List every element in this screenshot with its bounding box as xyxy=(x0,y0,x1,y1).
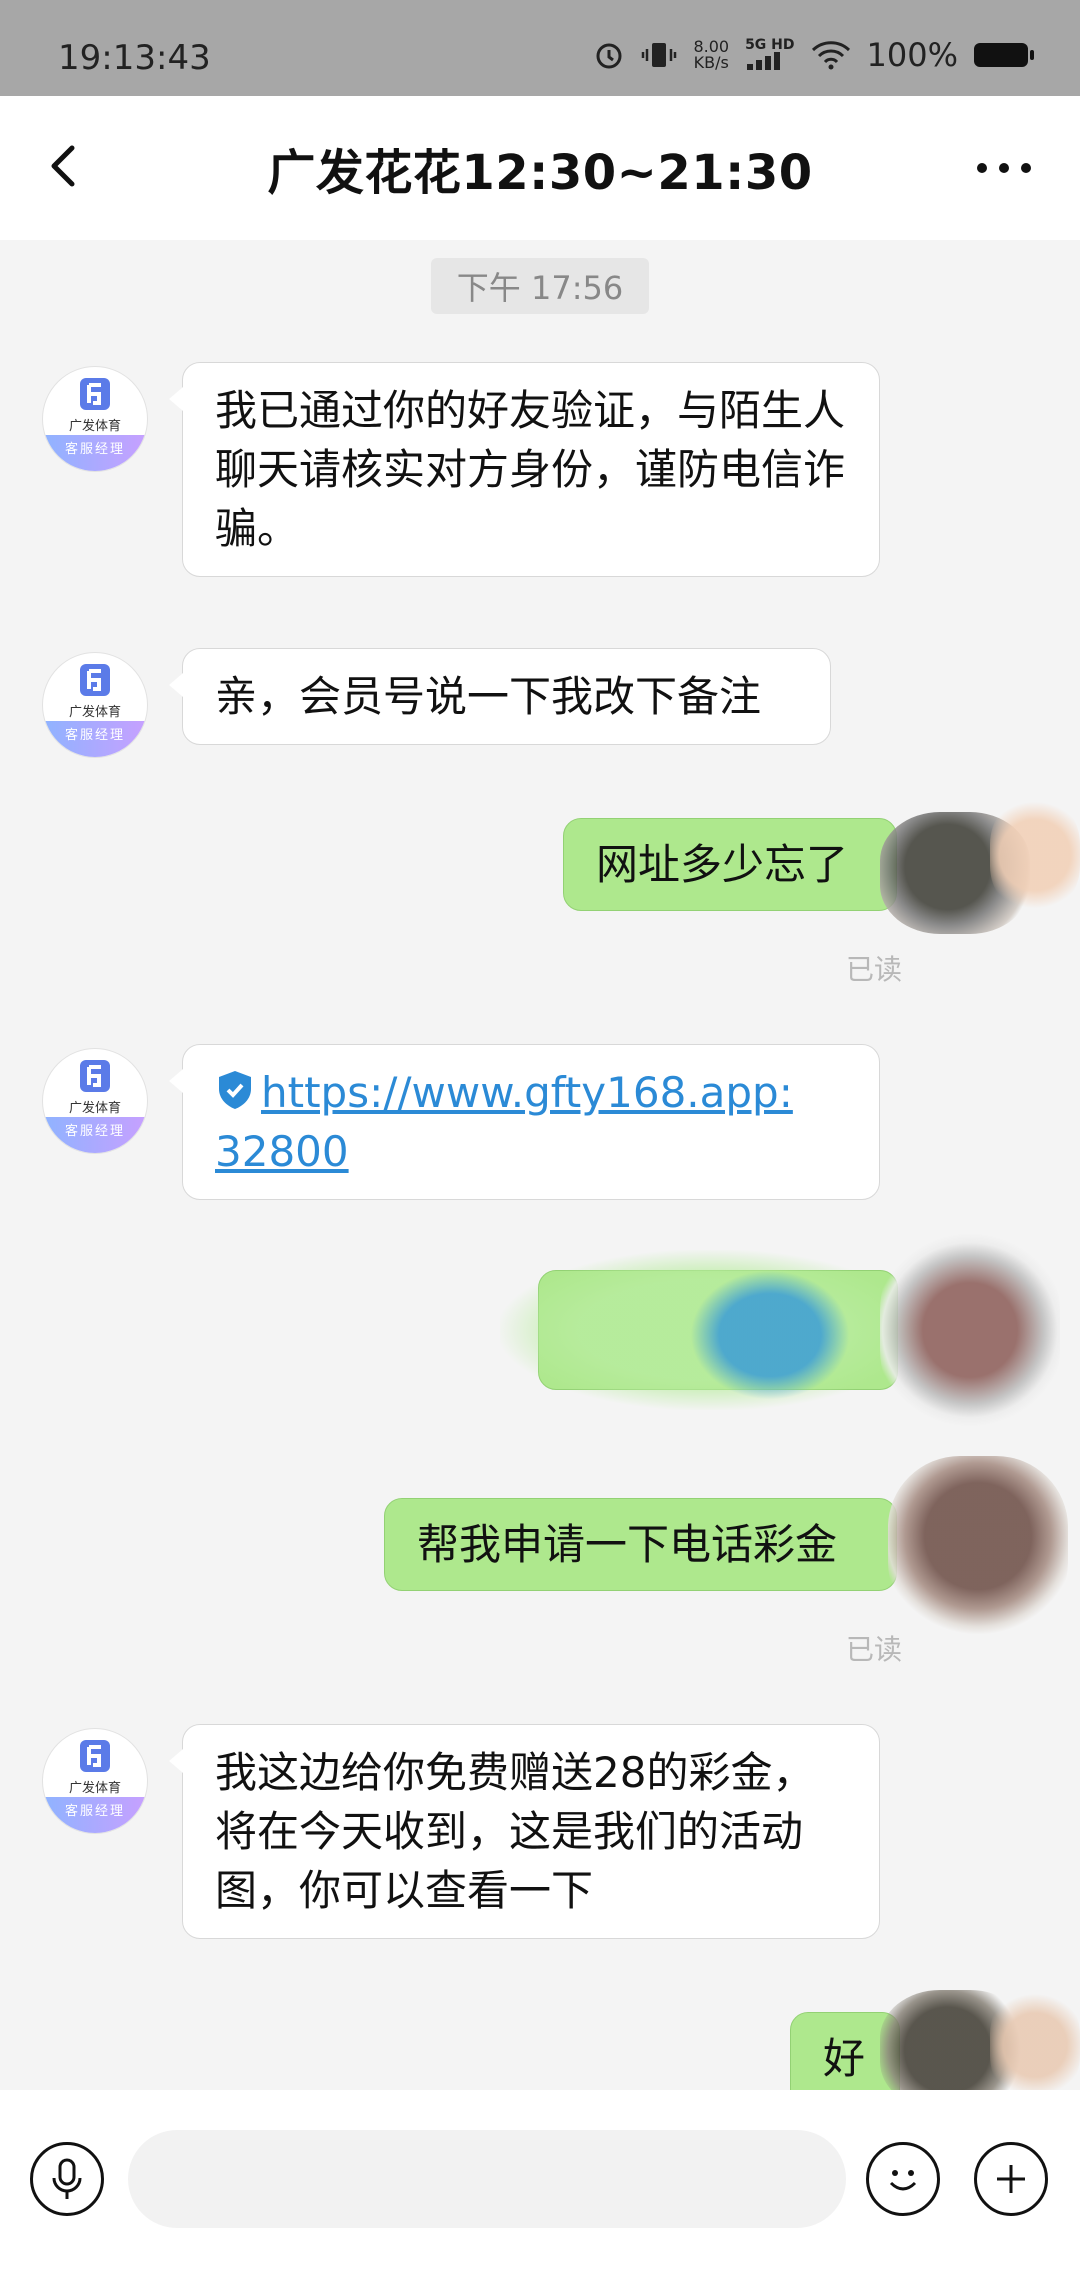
avatar-brand: 广发体育 xyxy=(68,419,121,434)
read-status: 已读 xyxy=(845,953,902,986)
agent-avatar[interactable]: 广发体育 客服经理 xyxy=(42,1048,148,1154)
message-bubble-outgoing[interactable]: 帮我申请一下电话彩金 xyxy=(384,1498,897,1591)
shield-icon xyxy=(219,1071,251,1109)
brand-logo-icon xyxy=(80,1060,110,1092)
emoji-button[interactable] xyxy=(866,2142,940,2216)
status-bar: 19:13:43 8.00 KB/s 5G HD 100% xyxy=(0,0,1080,96)
message-bubble-incoming[interactable]: 亲，会员号说一下我改下备注 xyxy=(169,648,831,745)
emoji-icon xyxy=(889,2170,917,2191)
avatar-brand: 广发体育 xyxy=(68,1781,121,1796)
avatar-role: 客服经理 xyxy=(43,1117,147,1153)
message-bubble-incoming[interactable]: 我已通过你的好友验证，与陌生人聊天请核实对方身份，谨防电信诈骗。 xyxy=(169,362,880,577)
agent-avatar[interactable]: 广发体育 客服经理 xyxy=(42,1728,148,1834)
redaction-scribble xyxy=(690,1270,850,1400)
network-label: 5G HD xyxy=(745,36,795,53)
agent-avatar[interactable]: 广发体育 客服经理 xyxy=(42,366,148,472)
avatar-brand: 广发体育 xyxy=(68,1101,121,1116)
status-time: 19:13:43 xyxy=(58,38,211,78)
microphone-icon xyxy=(52,2158,82,2199)
battery-percent: 100% xyxy=(866,36,958,74)
chevron-left-icon[interactable] xyxy=(34,134,98,198)
more-dots-icon[interactable] xyxy=(968,140,1040,196)
brand-logo-icon xyxy=(80,378,110,410)
message-link[interactable]: 32800 xyxy=(215,1127,349,1176)
signal-icon xyxy=(747,51,781,70)
plus-icon xyxy=(997,2165,1025,2193)
agent-avatar[interactable]: 广发体育 客服经理 xyxy=(42,652,148,758)
brand-logo-icon xyxy=(80,1740,110,1772)
message-input[interactable] xyxy=(128,2130,846,2228)
avatar-role: 客服经理 xyxy=(43,1797,147,1833)
message-list[interactable]: 下午 17:56 广发体育 客服经理 我已通过你的好友验证，与陌生人聊天请核实对… xyxy=(0,240,1080,2090)
battery-icon xyxy=(974,43,1034,67)
alarm-icon xyxy=(596,43,622,69)
message-bubble-incoming[interactable]: https://www.gfty168.app: 32800 xyxy=(169,1044,880,1200)
vibrate-icon xyxy=(642,43,677,67)
chat-title: 广发花花12:30~21:30 xyxy=(267,145,813,201)
brand-logo-icon xyxy=(80,664,110,696)
avatar-role: 客服经理 xyxy=(43,435,147,471)
wifi-icon xyxy=(811,41,850,70)
redaction-scribble xyxy=(990,1990,1080,2090)
message-bubble-outgoing[interactable]: 网址多少忘了 xyxy=(563,818,897,911)
read-status: 已读 xyxy=(845,1633,902,1666)
avatar-brand: 广发体育 xyxy=(68,705,121,720)
status-icons: 8.00 KB/s 5G HD 100% xyxy=(593,36,1034,74)
redaction-scribble xyxy=(888,1456,1068,1634)
input-bar xyxy=(0,2090,1080,2277)
voice-button[interactable] xyxy=(30,2142,104,2216)
message-bubble-incoming[interactable]: 我这边给你免费赠送28的彩金，将在今天收到，这是我们的活动图，你可以查看一下 xyxy=(169,1724,880,1939)
avatar-role: 客服经理 xyxy=(43,721,147,757)
net-speed: 8.00 KB/s xyxy=(693,37,730,72)
message-timestamp: 下午 17:56 xyxy=(431,258,649,314)
message-link[interactable]: https://www.gfty168.app: xyxy=(261,1068,793,1117)
chat-header: 广发花花12:30~21:30 xyxy=(0,96,1080,240)
redaction-scribble xyxy=(880,1230,1060,1430)
more-actions-button[interactable] xyxy=(974,2142,1048,2216)
redaction-scribble xyxy=(990,800,1080,910)
